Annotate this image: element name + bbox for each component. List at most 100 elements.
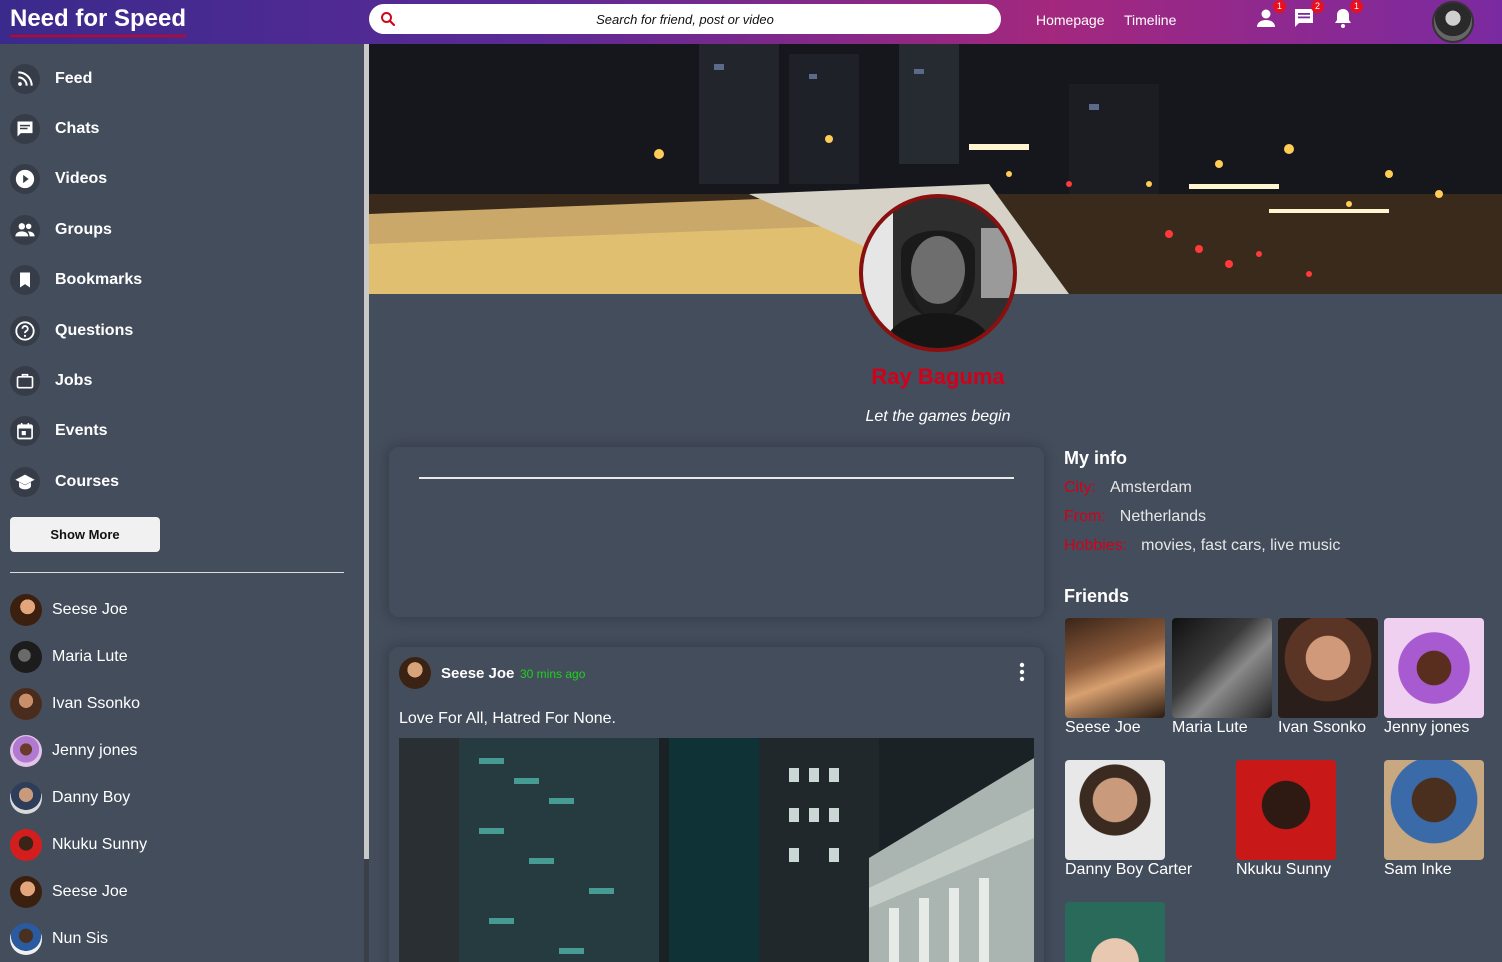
show-more-button[interactable]: Show More bbox=[10, 517, 160, 552]
friend-card[interactable]: Danny Boy Carter bbox=[1065, 760, 1192, 879]
sidebar-item-label: Questions bbox=[55, 322, 134, 339]
sidebar-item-label: Events bbox=[55, 422, 108, 439]
sidebar-item-label: Chats bbox=[55, 120, 100, 137]
friend-name: Sam Inke bbox=[1384, 861, 1452, 878]
sidebar-item-label: Courses bbox=[55, 473, 120, 490]
friend-card[interactable]: Maria Lute bbox=[1172, 618, 1272, 737]
info-value: movies, fast cars, live music bbox=[1141, 537, 1341, 554]
info-key: City: bbox=[1064, 479, 1096, 496]
friend-card[interactable] bbox=[1065, 902, 1165, 962]
avatar bbox=[10, 829, 42, 861]
sidebar-friend-item[interactable]: Maria Lute bbox=[10, 641, 128, 673]
school-icon bbox=[15, 474, 35, 490]
friend-name: Danny Boy bbox=[52, 789, 131, 806]
profile-portrait bbox=[863, 198, 1013, 348]
sidebar-item-label: Bookmarks bbox=[55, 271, 143, 288]
info-key: From: bbox=[1064, 508, 1106, 525]
friend-photo bbox=[1172, 618, 1272, 718]
nav-homepage-link[interactable]: Homepage bbox=[1036, 12, 1105, 28]
briefcase-icon bbox=[16, 373, 34, 389]
friend-name: Ivan Ssonko bbox=[52, 695, 141, 712]
messages-badge: 2 bbox=[1311, 0, 1324, 13]
info-row-from: From: Netherlands bbox=[1064, 508, 1206, 526]
sidebar-item-groups[interactable]: Groups bbox=[10, 213, 112, 247]
search-bar bbox=[369, 4, 1001, 34]
post-username[interactable]: Seese Joe bbox=[441, 665, 514, 682]
friend-photo bbox=[1278, 618, 1378, 718]
help-circle-icon bbox=[15, 321, 35, 341]
friends-title: Friends bbox=[1064, 586, 1130, 606]
app-logo[interactable]: Need for Speed bbox=[10, 5, 187, 37]
share-box[interactable] bbox=[389, 447, 1044, 617]
post-card: Seese Joe 30 mins ago Love For All, Hatr… bbox=[389, 647, 1044, 962]
share-divider bbox=[419, 477, 1014, 479]
friend-name: Seese Joe bbox=[1065, 719, 1141, 736]
friend-requests-button[interactable]: 1 bbox=[1254, 0, 1286, 30]
rss-icon bbox=[18, 71, 33, 86]
search-icon bbox=[381, 12, 396, 27]
friend-photo bbox=[1236, 760, 1336, 860]
sidebar-item-chats[interactable]: Chats bbox=[10, 112, 99, 146]
sidebar-friend-item[interactable]: Danny Boy bbox=[10, 782, 130, 814]
friend-card[interactable]: Nkuku Sunny bbox=[1236, 760, 1336, 879]
friend-name: Jenny jones bbox=[1384, 719, 1470, 736]
sidebar-friend-item[interactable]: Ivan Ssonko bbox=[10, 688, 140, 720]
sidebar-friend-item[interactable]: Nun Sis bbox=[10, 923, 108, 955]
friend-card[interactable]: Jenny jones bbox=[1384, 618, 1484, 737]
nav-timeline-link[interactable]: Timeline bbox=[1124, 12, 1176, 28]
sidebar-friend-item[interactable]: Nkuku Sunny bbox=[10, 829, 147, 861]
avatar bbox=[10, 641, 42, 673]
friend-photo bbox=[1065, 902, 1165, 962]
friend-name: Nun Sis bbox=[52, 930, 109, 947]
friend-name: Maria Lute bbox=[52, 648, 128, 665]
friend-card[interactable]: Ivan Ssonko bbox=[1278, 618, 1378, 737]
info-key: Hobbies: bbox=[1064, 537, 1128, 554]
friend-name: Maria Lute bbox=[1172, 719, 1248, 736]
friend-card[interactable]: Seese Joe bbox=[1065, 618, 1165, 737]
avatar bbox=[10, 688, 42, 720]
sidebar-item-label: Groups bbox=[55, 221, 112, 238]
post-timestamp: 30 mins ago bbox=[520, 667, 586, 681]
post-text: Love For All, Hatred For None. bbox=[399, 710, 616, 727]
sidebar-item-feed[interactable]: Feed bbox=[10, 62, 92, 96]
friend-name: Jenny jones bbox=[52, 742, 138, 759]
post-image[interactable] bbox=[399, 738, 1034, 962]
friend-card[interactable]: Sam Inke bbox=[1384, 760, 1484, 879]
avatar bbox=[10, 923, 42, 955]
friend-name: Seese Joe bbox=[52, 883, 128, 900]
group-icon bbox=[15, 223, 35, 237]
city-buildings-illustration bbox=[399, 738, 1034, 962]
calendar-icon bbox=[17, 423, 33, 440]
bookmark-icon bbox=[20, 272, 30, 288]
notifications-badge: 1 bbox=[1350, 0, 1363, 13]
messages-button[interactable]: 2 bbox=[1292, 0, 1324, 30]
sidebar-item-label: Feed bbox=[55, 70, 93, 87]
sidebar-divider bbox=[10, 572, 344, 573]
sidebar-item-jobs[interactable]: Jobs bbox=[10, 364, 92, 398]
sidebar-item-bookmarks[interactable]: Bookmarks bbox=[10, 263, 142, 297]
profile-name: Ray Baguma bbox=[871, 364, 1005, 389]
profile-picture[interactable] bbox=[859, 194, 1017, 352]
search-input[interactable] bbox=[369, 4, 1001, 34]
sidebar-item-label: Jobs bbox=[55, 372, 93, 389]
more-vert-icon[interactable] bbox=[1017, 661, 1027, 683]
chat-icon bbox=[17, 121, 33, 137]
sidebar-friend-item[interactable]: Seese Joe bbox=[10, 876, 128, 908]
sidebar-friend-item[interactable]: Seese Joe bbox=[10, 594, 128, 626]
info-value: Amsterdam bbox=[1110, 479, 1192, 496]
avatar bbox=[10, 876, 42, 908]
avatar[interactable] bbox=[399, 657, 431, 689]
friend-requests-badge: 1 bbox=[1273, 0, 1286, 13]
sidebar-item-label: Videos bbox=[55, 170, 108, 187]
user-avatar[interactable] bbox=[1432, 1, 1474, 43]
avatar bbox=[10, 782, 42, 814]
sidebar-item-events[interactable]: Events bbox=[10, 414, 107, 448]
sidebar-friend-item[interactable]: Jenny jones bbox=[10, 735, 137, 767]
sidebar-item-videos[interactable]: Videos bbox=[10, 162, 107, 196]
sidebar-item-questions[interactable]: Questions bbox=[10, 314, 133, 348]
my-info-title: My info bbox=[1064, 448, 1127, 468]
sidebar-item-courses[interactable]: Courses bbox=[10, 465, 119, 499]
notifications-button[interactable]: 1 bbox=[1331, 0, 1363, 30]
friend-photo bbox=[1384, 618, 1484, 718]
avatar bbox=[10, 735, 42, 767]
